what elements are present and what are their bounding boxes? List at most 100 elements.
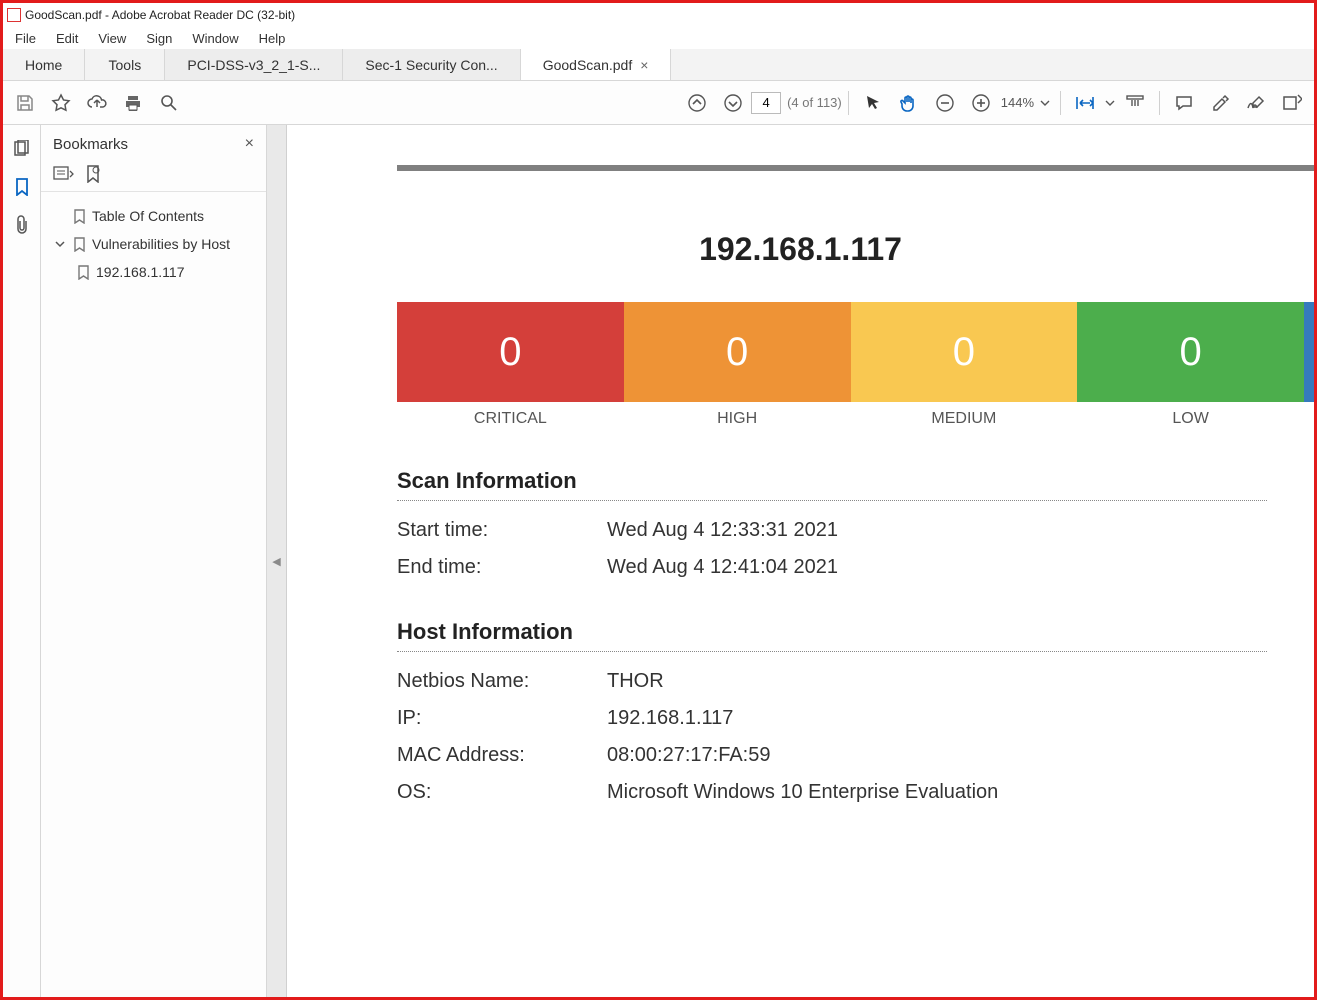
- severity-labels: CRITICAL HIGH MEDIUM LOW: [397, 410, 1314, 428]
- panel-collapse-gutter[interactable]: ◀: [267, 125, 287, 997]
- mac-label: MAC Address:: [397, 744, 607, 767]
- tab-document-1-label: PCI-DSS-v3_2_1-S...: [187, 57, 320, 73]
- page-number-input[interactable]: [751, 92, 781, 114]
- ip-row: IP: 192.168.1.117: [397, 707, 1267, 730]
- bookmark-item-vuln[interactable]: Vulnerabilities by Host: [49, 230, 262, 258]
- read-mode-icon[interactable]: [1117, 85, 1153, 121]
- scan-start-label: Start time:: [397, 519, 607, 542]
- page-down-icon[interactable]: [715, 85, 751, 121]
- highlight-icon[interactable]: [1202, 85, 1238, 121]
- scan-start-value: Wed Aug 4 12:33:31 2021: [607, 519, 838, 542]
- tab-close-icon[interactable]: ×: [640, 57, 648, 73]
- chevron-down-icon[interactable]: [53, 239, 67, 249]
- scan-start-row: Start time: Wed Aug 4 12:33:31 2021: [397, 519, 1267, 542]
- tab-document-2-label: Sec-1 Security Con...: [365, 57, 497, 73]
- document-viewport[interactable]: 192.168.1.117 0 0 0 0 CRITICAL HIGH MEDI…: [287, 125, 1314, 997]
- scan-end-label: End time:: [397, 556, 607, 579]
- tab-tools[interactable]: Tools: [85, 49, 165, 80]
- comment-icon[interactable]: [1166, 85, 1202, 121]
- chevron-left-icon: ◀: [272, 555, 280, 568]
- window-titlebar: GoodScan.pdf - Adobe Acrobat Reader DC (…: [3, 3, 1314, 27]
- bookmarks-title: Bookmarks: [53, 136, 128, 153]
- menu-bar: File Edit View Sign Window Help: [3, 27, 1314, 49]
- ip-label: IP:: [397, 707, 607, 730]
- severity-medium-label: MEDIUM: [851, 410, 1078, 428]
- toolbar-separator-2: [1060, 91, 1061, 115]
- document-tabs: Home Tools PCI-DSS-v3_2_1-S... Sec-1 Sec…: [3, 49, 1314, 81]
- tab-document-3[interactable]: GoodScan.pdf ×: [521, 49, 672, 80]
- fit-dropdown-icon[interactable]: [1103, 85, 1117, 121]
- ip-value: 192.168.1.117: [607, 707, 733, 730]
- tab-home[interactable]: Home: [3, 49, 85, 80]
- find-bookmark-icon[interactable]: [85, 165, 101, 183]
- severity-low-count: 0: [1180, 330, 1202, 375]
- zoom-dropdown-icon[interactable]: [1036, 85, 1054, 121]
- bookmarks-icon[interactable]: [10, 175, 34, 199]
- host-ip-heading: 192.168.1.117: [287, 231, 1314, 268]
- cloud-upload-icon[interactable]: [79, 85, 115, 121]
- netbios-row: Netbios Name: THOR: [397, 670, 1267, 693]
- tab-document-1[interactable]: PCI-DSS-v3_2_1-S...: [165, 49, 343, 80]
- bookmarks-close-icon[interactable]: ×: [245, 135, 254, 153]
- bookmark-label: Vulnerabilities by Host: [92, 236, 230, 252]
- bookmark-glyph-icon: [73, 209, 86, 224]
- window-title: GoodScan.pdf - Adobe Acrobat Reader DC (…: [25, 8, 295, 22]
- bookmark-item-host[interactable]: 192.168.1.117: [49, 258, 262, 286]
- select-tool-icon[interactable]: [855, 85, 891, 121]
- menu-view[interactable]: View: [88, 29, 136, 48]
- severity-low-cell: 0: [1077, 302, 1304, 402]
- attachments-icon[interactable]: [10, 213, 34, 237]
- tab-document-2[interactable]: Sec-1 Security Con...: [343, 49, 520, 80]
- app-icon: [7, 8, 21, 22]
- toolbar-separator-3: [1159, 91, 1160, 115]
- zoom-level-label: 144%: [1001, 95, 1034, 110]
- bookmark-label: Table Of Contents: [92, 208, 204, 224]
- star-icon[interactable]: [43, 85, 79, 121]
- severity-medium-cell: 0: [851, 302, 1078, 402]
- fit-width-icon[interactable]: [1067, 85, 1103, 121]
- severity-info-cell: [1304, 302, 1314, 402]
- zoom-out-icon[interactable]: [927, 85, 963, 121]
- menu-window[interactable]: Window: [182, 29, 248, 48]
- navigation-rail: [3, 125, 41, 997]
- more-tools-icon[interactable]: [1274, 85, 1310, 121]
- bookmark-item-toc[interactable]: Table Of Contents: [49, 202, 262, 230]
- netbios-value: THOR: [607, 670, 664, 693]
- menu-help[interactable]: Help: [249, 29, 296, 48]
- severity-high-cell: 0: [624, 302, 851, 402]
- sign-icon[interactable]: [1238, 85, 1274, 121]
- page-divider: [397, 165, 1314, 171]
- severity-bar: 0 0 0 0: [397, 302, 1314, 402]
- scan-end-value: Wed Aug 4 12:41:04 2021: [607, 556, 838, 579]
- os-value: Microsoft Windows 10 Enterprise Evaluati…: [607, 781, 998, 804]
- bookmarks-options-icon[interactable]: [53, 166, 75, 182]
- main-toolbar: (4 of 113) 144%: [3, 81, 1314, 125]
- magnify-icon[interactable]: [151, 85, 187, 121]
- scan-info-heading: Scan Information: [397, 468, 1267, 501]
- menu-file[interactable]: File: [5, 29, 46, 48]
- bookmark-glyph-icon: [77, 265, 90, 280]
- save-icon[interactable]: [7, 85, 43, 121]
- thumbnails-icon[interactable]: [10, 137, 34, 161]
- bookmark-label: 192.168.1.117: [96, 264, 185, 280]
- host-info-heading: Host Information: [397, 619, 1267, 652]
- severity-low-label: LOW: [1077, 410, 1304, 428]
- zoom-in-icon[interactable]: [963, 85, 999, 121]
- mac-value: 08:00:27:17:FA:59: [607, 744, 770, 767]
- toolbar-separator: [848, 91, 849, 115]
- tab-tools-label: Tools: [109, 57, 142, 73]
- severity-critical-label: CRITICAL: [397, 410, 624, 428]
- page-total-label: (4 of 113): [787, 95, 842, 110]
- severity-high-label: HIGH: [624, 410, 851, 428]
- tab-document-3-label: GoodScan.pdf: [543, 57, 633, 73]
- bookmarks-list: Table Of Contents Vulnerabilities by Hos…: [41, 192, 266, 290]
- page-up-icon[interactable]: [679, 85, 715, 121]
- menu-edit[interactable]: Edit: [46, 29, 88, 48]
- bookmark-glyph-icon: [73, 237, 86, 252]
- print-icon[interactable]: [115, 85, 151, 121]
- severity-medium-count: 0: [953, 330, 975, 375]
- tab-home-label: Home: [25, 57, 62, 73]
- menu-sign[interactable]: Sign: [136, 29, 182, 48]
- hand-tool-icon[interactable]: [891, 85, 927, 121]
- main-area: Bookmarks × Table Of Contents Vulnerabil…: [3, 125, 1314, 997]
